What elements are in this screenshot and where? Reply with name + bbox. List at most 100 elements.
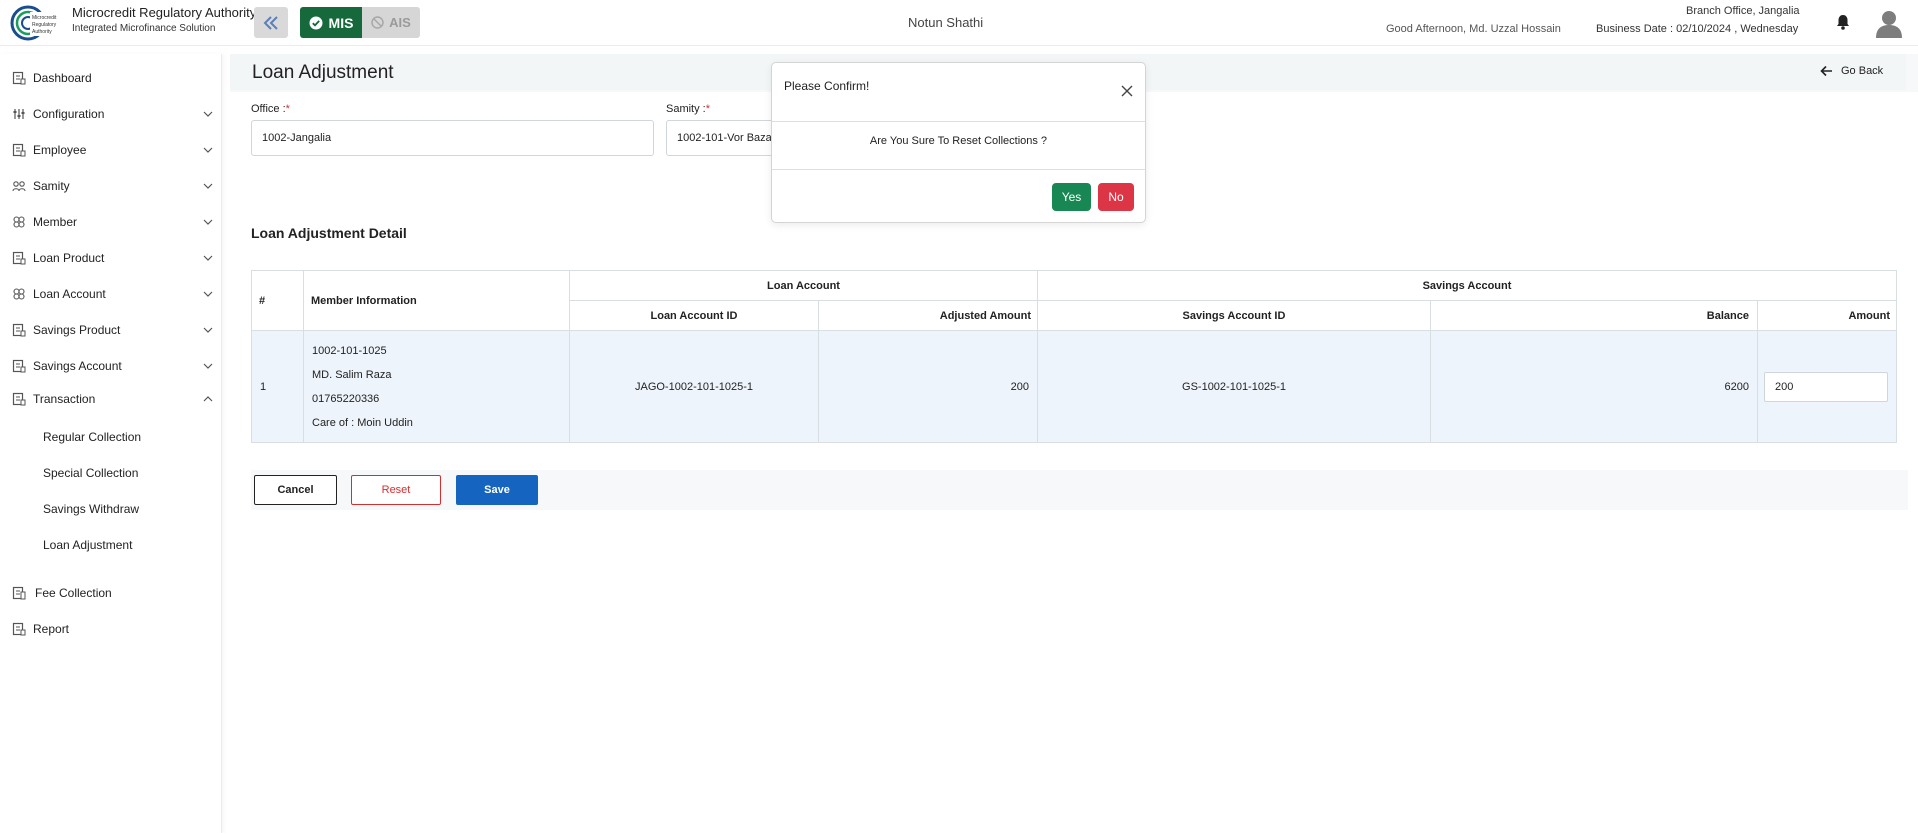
sidebar-item-member[interactable]: Member (0, 208, 222, 236)
col-header-member-info: Member Information (303, 270, 570, 331)
col-header-balance: Balance (1430, 300, 1758, 331)
sidebar-item-dashboard[interactable]: Dashboard (0, 64, 222, 92)
required-mark: * (285, 103, 290, 115)
confirm-yes-button[interactable]: Yes (1052, 183, 1091, 211)
member-phone: 01765220336 (312, 392, 380, 405)
sidebar-subitem-loan-adjustment[interactable]: Loan Adjustment (43, 538, 132, 552)
loan-product-icon (12, 251, 26, 265)
cell-amount: 200 (1757, 330, 1897, 443)
group-icon (12, 181, 26, 192)
sidebar-item-transaction[interactable]: Transaction (0, 385, 222, 413)
report-icon (12, 622, 26, 636)
col-header-adjusted-amount: Adjusted Amount (818, 300, 1038, 331)
save-button[interactable]: Save (456, 475, 538, 505)
amount-input-value: 200 (1775, 380, 1794, 393)
mode-mis-toggle[interactable]: MIS (300, 7, 362, 38)
chevron-down-icon (203, 255, 213, 261)
business-date: Business Date : 02/10/2024 , Wednesday (1596, 23, 1799, 35)
col-header-savings-account: Savings Account (1037, 270, 1897, 301)
cell-loan-account-id: JAGO-1002-101-1025-1 (569, 330, 819, 443)
check-circle-icon (309, 16, 323, 29)
chevron-down-icon (203, 219, 213, 225)
member-icon (13, 216, 25, 228)
sidebar-item-label: Configuration (33, 107, 105, 121)
chevron-down-icon (203, 327, 213, 333)
savings-account-icon (12, 359, 26, 373)
arrow-left-icon (1820, 65, 1832, 77)
mode-ais-toggle[interactable]: AIS (362, 7, 420, 38)
confirm-dialog: Please Confirm! Are You Sure To Reset Co… (771, 62, 1146, 223)
close-icon[interactable] (1120, 84, 1134, 98)
col-header-savings-account-id: Savings Account ID (1037, 300, 1431, 331)
sidebar-item-savings-account[interactable]: Savings Account (0, 352, 222, 380)
sidebar-item-loan-product[interactable]: Loan Product (0, 244, 222, 272)
cell-member-info: 1002-101-1025 MD. Salim Raza 01765220336… (303, 330, 570, 443)
amount-input[interactable]: 200 (1764, 371, 1888, 402)
sidebar-item-label: Employee (33, 143, 87, 157)
chevron-down-icon (203, 183, 213, 189)
user-greeting: Good Afternoon, Md. Uzzal Hossain (1386, 23, 1561, 35)
sidebar-item-configuration[interactable]: Configuration (0, 100, 222, 128)
sidebar-item-savings-product[interactable]: Savings Product (0, 316, 222, 344)
sidebar-item-employee[interactable]: Employee (0, 136, 222, 164)
cancel-button[interactable]: Cancel (254, 475, 337, 505)
ban-icon (371, 16, 384, 29)
office-select[interactable]: 1002-Jangalia (251, 120, 654, 156)
required-mark: * (705, 103, 711, 115)
col-header-num: # (251, 270, 304, 331)
transaction-icon (12, 392, 26, 406)
dashboard-icon (12, 71, 26, 85)
sidebar-item-label: Samity (33, 179, 70, 193)
dialog-divider (772, 169, 1145, 170)
sidebar-subitem-special-collection[interactable]: Special Collection (43, 466, 138, 480)
sidebar: Dashboard Configuration Employee Samity … (0, 54, 222, 833)
organization-name: Notun Shathi (908, 15, 984, 30)
cell-balance: 6200 (1430, 330, 1758, 443)
cell-num: 1 (251, 330, 304, 443)
sidebar-item-report[interactable]: Report (0, 615, 222, 643)
chevron-down-icon (203, 111, 213, 117)
mode-mis-label: MIS (328, 14, 354, 31)
chevron-down-icon (203, 147, 213, 153)
bell-icon[interactable] (1836, 14, 1850, 30)
sidebar-item-label: Savings Product (33, 323, 121, 337)
sidebar-item-label: Fee Collection (35, 586, 112, 600)
samity-value: 1002-101-Vor Bazar (677, 132, 776, 144)
top-header: Microcredit Regulatory Authority Microcr… (0, 0, 1918, 46)
dialog-message: Are You Sure To Reset Collections ? (869, 135, 1048, 147)
brand-title: Microcredit Regulatory Authority (72, 5, 257, 20)
member-id: 1002-101-1025 (312, 344, 387, 357)
loan-adjustment-table: # Member Information Loan Account Saving… (251, 270, 1897, 443)
cell-adjusted-amount: 200 (818, 330, 1038, 443)
go-back-button[interactable]: Go Back (1820, 65, 1883, 77)
chevron-down-icon (203, 363, 213, 369)
reset-button[interactable]: Reset (351, 475, 441, 505)
confirm-no-button[interactable]: No (1098, 183, 1134, 211)
svg-text:Regulatory: Regulatory (32, 22, 57, 28)
member-name: MD. Salim Raza (312, 368, 392, 381)
chevron-down-icon (203, 291, 213, 297)
sliders-icon (13, 109, 25, 119)
sidebar-item-label: Transaction (33, 392, 96, 406)
sidebar-item-loan-account[interactable]: Loan Account (0, 280, 222, 308)
double-chevron-left-icon (263, 15, 278, 30)
col-header-amount: Amount (1757, 300, 1897, 331)
section-title: Loan Adjustment Detail (251, 225, 407, 241)
form-action-bar: Cancel Reset Save (251, 470, 1908, 510)
brand-subtitle: Integrated Microfinance Solution (72, 23, 216, 34)
office-value: 1002-Jangalia (262, 132, 332, 144)
chevron-up-icon (203, 396, 213, 402)
user-avatar-icon[interactable] (1874, 8, 1904, 38)
table-row: 1 1002-101-1025 MD. Salim Raza 017652203… (251, 330, 1897, 443)
sidebar-item-fee-collection[interactable]: Fee Collection (0, 579, 222, 607)
employee-icon (12, 143, 26, 157)
sidebar-subitem-regular-collection[interactable]: Regular Collection (43, 430, 141, 444)
sidebar-collapse-button[interactable] (254, 7, 288, 38)
sidebar-item-samity[interactable]: Samity (0, 172, 222, 200)
sidebar-item-label: Member (33, 215, 78, 229)
col-header-loan-account: Loan Account (569, 270, 1038, 301)
mra-logo-icon: Microcredit Regulatory Authority (10, 5, 68, 41)
page-title: Loan Adjustment (252, 62, 394, 83)
office-label-text: Office : (251, 103, 286, 115)
sidebar-subitem-savings-withdraw[interactable]: Savings Withdraw (43, 502, 139, 516)
